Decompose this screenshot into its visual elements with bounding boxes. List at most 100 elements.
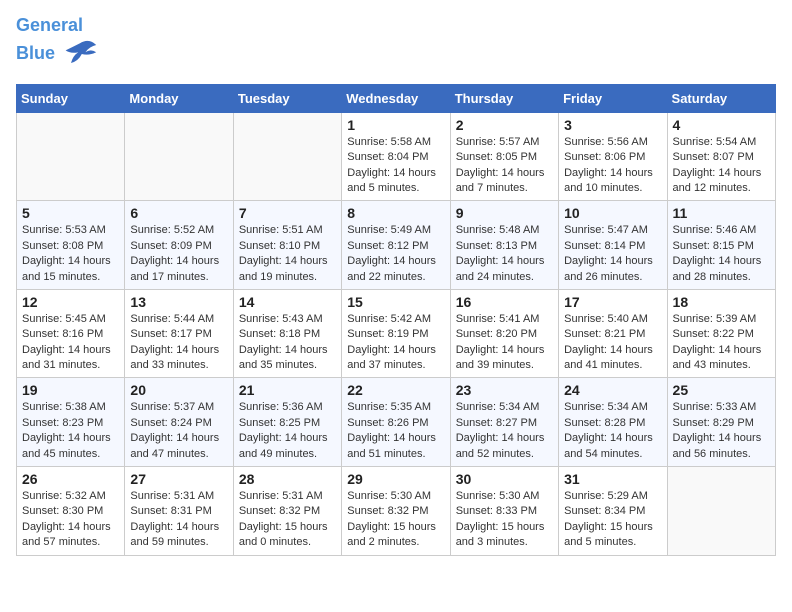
day-number: 8 bbox=[347, 205, 444, 221]
calendar-cell bbox=[17, 112, 125, 201]
calendar-cell bbox=[233, 112, 341, 201]
page-header: General Blue bbox=[16, 16, 776, 72]
calendar-cell: 7 Sunrise: 5:51 AM Sunset: 8:10 PM Daylig… bbox=[233, 201, 341, 290]
day-info: Sunrise: 5:33 AM Sunset: 8:29 PM Dayligh… bbox=[673, 400, 770, 462]
logo-general: General bbox=[16, 15, 83, 35]
calendar-cell: 22 Sunrise: 5:35 AM Sunset: 8:26 PM Dayli… bbox=[342, 378, 450, 467]
calendar-cell: 13Sunrise: 5:44 AM Sunset: 8:17 PM Dayli… bbox=[125, 289, 233, 378]
calendar-cell: 24Sunrise: 5:34 AM Sunset: 8:28 PM Dayli… bbox=[559, 378, 667, 467]
day-info: Sunrise: 5:56 AM Sunset: 8:06 PM Dayligh… bbox=[564, 135, 661, 197]
day-info: Sunrise: 5:48 AM Sunset: 8:13 PM Dayligh… bbox=[456, 223, 553, 285]
day-info: Sunrise: 5:51 AM Sunset: 8:10 PM Dayligh… bbox=[239, 223, 336, 285]
day-info: Sunrise: 5:29 AM Sunset: 8:34 PM Dayligh… bbox=[564, 489, 661, 551]
day-info: Sunrise: 5:32 AM Sunset: 8:30 PM Dayligh… bbox=[22, 489, 119, 551]
day-info: Sunrise: 5:57 AM Sunset: 8:05 PM Dayligh… bbox=[456, 135, 553, 197]
calendar-cell: 15 Sunrise: 5:42 AM Sunset: 8:19 PM Dayli… bbox=[342, 289, 450, 378]
day-info: Sunrise: 5:36 AM Sunset: 8:25 PM Dayligh… bbox=[239, 400, 336, 462]
calendar-cell: 8 Sunrise: 5:49 AM Sunset: 8:12 PM Daylig… bbox=[342, 201, 450, 290]
calendar-cell: 26 Sunrise: 5:32 AM Sunset: 8:30 PM Dayli… bbox=[17, 467, 125, 556]
weekday-header-row: SundayMondayTuesdayWednesdayThursdayFrid… bbox=[17, 84, 776, 112]
day-number: 19 bbox=[22, 382, 119, 398]
day-number: 4 bbox=[673, 117, 770, 133]
day-number: 27 bbox=[130, 471, 227, 487]
calendar-cell: 9 Sunrise: 5:48 AM Sunset: 8:13 PM Daylig… bbox=[450, 201, 558, 290]
day-info: Sunrise: 5:45 AM Sunset: 8:16 PM Dayligh… bbox=[22, 312, 119, 374]
calendar-cell: 30 Sunrise: 5:30 AM Sunset: 8:33 PM Dayli… bbox=[450, 467, 558, 556]
day-number: 23 bbox=[456, 382, 553, 398]
day-info: Sunrise: 5:35 AM Sunset: 8:26 PM Dayligh… bbox=[347, 400, 444, 462]
day-number: 3 bbox=[564, 117, 661, 133]
day-info: Sunrise: 5:53 AM Sunset: 8:08 PM Dayligh… bbox=[22, 223, 119, 285]
weekday-header-wednesday: Wednesday bbox=[342, 84, 450, 112]
calendar-week-3: 12 Sunrise: 5:45 AM Sunset: 8:16 PM Dayli… bbox=[17, 289, 776, 378]
day-info: Sunrise: 5:42 AM Sunset: 8:19 PM Dayligh… bbox=[347, 312, 444, 374]
calendar-cell: 3 Sunrise: 5:56 AM Sunset: 8:06 PM Daylig… bbox=[559, 112, 667, 201]
weekday-header-tuesday: Tuesday bbox=[233, 84, 341, 112]
day-info: Sunrise: 5:58 AM Sunset: 8:04 PM Dayligh… bbox=[347, 135, 444, 197]
day-info: Sunrise: 5:40 AM Sunset: 8:21 PM Dayligh… bbox=[564, 312, 661, 374]
day-info: Sunrise: 5:30 AM Sunset: 8:32 PM Dayligh… bbox=[347, 489, 444, 551]
day-info: Sunrise: 5:54 AM Sunset: 8:07 PM Dayligh… bbox=[673, 135, 770, 197]
calendar-cell: 31 Sunrise: 5:29 AM Sunset: 8:34 PM Dayli… bbox=[559, 467, 667, 556]
calendar-week-1: 1 Sunrise: 5:58 AM Sunset: 8:04 PM Daylig… bbox=[17, 112, 776, 201]
day-number: 28 bbox=[239, 471, 336, 487]
logo-bird-icon bbox=[62, 36, 98, 72]
day-number: 6 bbox=[130, 205, 227, 221]
day-number: 15 bbox=[347, 294, 444, 310]
day-number: 16 bbox=[456, 294, 553, 310]
day-number: 7 bbox=[239, 205, 336, 221]
calendar-cell: 1 Sunrise: 5:58 AM Sunset: 8:04 PM Daylig… bbox=[342, 112, 450, 201]
day-number: 24 bbox=[564, 382, 661, 398]
day-number: 11 bbox=[673, 205, 770, 221]
calendar-cell: 14 Sunrise: 5:43 AM Sunset: 8:18 PM Dayli… bbox=[233, 289, 341, 378]
day-number: 22 bbox=[347, 382, 444, 398]
day-info: Sunrise: 5:49 AM Sunset: 8:12 PM Dayligh… bbox=[347, 223, 444, 285]
day-number: 29 bbox=[347, 471, 444, 487]
calendar-cell: 18Sunrise: 5:39 AM Sunset: 8:22 PM Dayli… bbox=[667, 289, 775, 378]
day-info: Sunrise: 5:46 AM Sunset: 8:15 PM Dayligh… bbox=[673, 223, 770, 285]
calendar-cell: 29 Sunrise: 5:30 AM Sunset: 8:32 PM Dayli… bbox=[342, 467, 450, 556]
calendar-cell: 21 Sunrise: 5:36 AM Sunset: 8:25 PM Dayli… bbox=[233, 378, 341, 467]
calendar-cell: 12 Sunrise: 5:45 AM Sunset: 8:16 PM Dayli… bbox=[17, 289, 125, 378]
day-number: 26 bbox=[22, 471, 119, 487]
calendar-cell: 17 Sunrise: 5:40 AM Sunset: 8:21 PM Dayli… bbox=[559, 289, 667, 378]
day-number: 30 bbox=[456, 471, 553, 487]
calendar-cell: 10Sunrise: 5:47 AM Sunset: 8:14 PM Dayli… bbox=[559, 201, 667, 290]
calendar-cell: 6Sunrise: 5:52 AM Sunset: 8:09 PM Daylig… bbox=[125, 201, 233, 290]
day-number: 31 bbox=[564, 471, 661, 487]
weekday-header-saturday: Saturday bbox=[667, 84, 775, 112]
day-info: Sunrise: 5:38 AM Sunset: 8:23 PM Dayligh… bbox=[22, 400, 119, 462]
day-info: Sunrise: 5:47 AM Sunset: 8:14 PM Dayligh… bbox=[564, 223, 661, 285]
day-info: Sunrise: 5:44 AM Sunset: 8:17 PM Dayligh… bbox=[130, 312, 227, 374]
day-number: 2 bbox=[456, 117, 553, 133]
weekday-header-monday: Monday bbox=[125, 84, 233, 112]
day-number: 14 bbox=[239, 294, 336, 310]
day-number: 12 bbox=[22, 294, 119, 310]
day-number: 9 bbox=[456, 205, 553, 221]
day-info: Sunrise: 5:31 AM Sunset: 8:32 PM Dayligh… bbox=[239, 489, 336, 551]
calendar-cell bbox=[667, 467, 775, 556]
calendar-cell: 27 Sunrise: 5:31 AM Sunset: 8:31 PM Dayli… bbox=[125, 467, 233, 556]
day-info: Sunrise: 5:41 AM Sunset: 8:20 PM Dayligh… bbox=[456, 312, 553, 374]
day-info: Sunrise: 5:31 AM Sunset: 8:31 PM Dayligh… bbox=[130, 489, 227, 551]
calendar-week-4: 19 Sunrise: 5:38 AM Sunset: 8:23 PM Dayli… bbox=[17, 378, 776, 467]
calendar-cell: 23Sunrise: 5:34 AM Sunset: 8:27 PM Dayli… bbox=[450, 378, 558, 467]
logo-blue: Blue bbox=[16, 43, 55, 63]
calendar-cell: 11 Sunrise: 5:46 AM Sunset: 8:15 PM Dayli… bbox=[667, 201, 775, 290]
day-number: 18 bbox=[673, 294, 770, 310]
day-number: 1 bbox=[347, 117, 444, 133]
day-number: 25 bbox=[673, 382, 770, 398]
calendar-cell: 25 Sunrise: 5:33 AM Sunset: 8:29 PM Dayli… bbox=[667, 378, 775, 467]
day-number: 21 bbox=[239, 382, 336, 398]
calendar-cell: 20Sunrise: 5:37 AM Sunset: 8:24 PM Dayli… bbox=[125, 378, 233, 467]
day-info: Sunrise: 5:43 AM Sunset: 8:18 PM Dayligh… bbox=[239, 312, 336, 374]
calendar-cell bbox=[125, 112, 233, 201]
day-number: 17 bbox=[564, 294, 661, 310]
calendar-cell: 19 Sunrise: 5:38 AM Sunset: 8:23 PM Dayli… bbox=[17, 378, 125, 467]
day-info: Sunrise: 5:30 AM Sunset: 8:33 PM Dayligh… bbox=[456, 489, 553, 551]
calendar-cell: 2 Sunrise: 5:57 AM Sunset: 8:05 PM Daylig… bbox=[450, 112, 558, 201]
weekday-header-friday: Friday bbox=[559, 84, 667, 112]
day-number: 20 bbox=[130, 382, 227, 398]
weekday-header-sunday: Sunday bbox=[17, 84, 125, 112]
calendar-cell: 28 Sunrise: 5:31 AM Sunset: 8:32 PM Dayli… bbox=[233, 467, 341, 556]
